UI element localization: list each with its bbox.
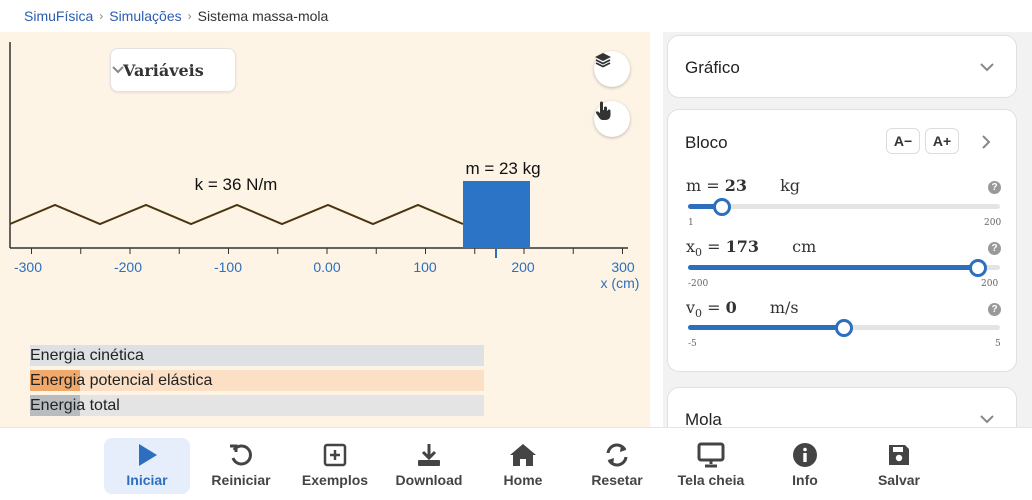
velocity-unit: m/s: [769, 298, 799, 317]
velocity-slider-thumb[interactable]: [835, 318, 853, 337]
mass-value: 23: [724, 176, 748, 195]
slider-min: -5: [688, 339, 697, 349]
chevron-down-icon: [112, 66, 124, 74]
help-icon[interactable]: ?: [988, 303, 1001, 316]
tick-label: -200: [114, 259, 142, 275]
play-icon: [139, 444, 157, 466]
pointer-button[interactable]: [594, 101, 630, 137]
fullscreen-button-label: Tela cheia: [677, 472, 745, 488]
energy-bar-potential: Energia potencial elástica: [30, 370, 484, 391]
variables-dropdown[interactable]: Variáveis: [110, 48, 236, 92]
plus-square-icon: [323, 443, 347, 467]
info-icon: [793, 443, 817, 467]
tick-label: -100: [214, 259, 242, 275]
energy-bar-label: Energia cinética: [30, 347, 144, 364]
download-icon: [418, 444, 440, 466]
info-button-label: Info: [792, 472, 818, 488]
chevron-down-icon[interactable]: [979, 413, 995, 425]
velocity-value: 0: [725, 298, 737, 317]
start-button-label: Iniciar: [126, 472, 168, 488]
examples-button-label: Exemplos: [301, 472, 369, 488]
breadcrumb-simufisica[interactable]: SimuFísica: [24, 8, 93, 24]
spring-mass-drawing: k = 36 N/m m = 23 kg -300 -200 -100 0.00…: [9, 42, 640, 291]
mass-slider-track[interactable]: [688, 204, 1000, 209]
simulation-canvas[interactable]: k = 36 N/m m = 23 kg -300 -200 -100 0.00…: [0, 32, 650, 427]
fullscreen-button[interactable]: Tela cheia: [668, 438, 754, 494]
mola-title: Mola: [685, 410, 722, 427]
help-icon[interactable]: ?: [988, 242, 1001, 255]
position-unit: cm: [792, 237, 817, 256]
download-button[interactable]: Download: [386, 438, 472, 494]
tick-label: 200: [511, 259, 535, 275]
home-button[interactable]: Home: [480, 438, 566, 494]
help-icon[interactable]: ?: [988, 181, 1001, 194]
chevron-down-icon[interactable]: [979, 61, 995, 73]
param-mass: m = 23 kg: [686, 176, 801, 195]
bottom-toolbar: Iniciar Reiniciar Exemplos Download Home…: [0, 427, 1032, 500]
x-axis-ticks: [31, 248, 623, 254]
param-position: x0 = 173 cm: [686, 237, 817, 260]
font-decrease-button[interactable]: A−: [886, 128, 920, 154]
chevron-right-icon[interactable]: [980, 134, 992, 150]
bloco-card: Bloco A− A+ m = 23 kg ? 1 200 x0 = 173 c…: [667, 109, 1017, 372]
param-velocity: v0 = 0 m/s: [686, 298, 799, 321]
bloco-title: Bloco: [685, 133, 728, 152]
position-slider-track[interactable]: [688, 265, 1000, 270]
mass-slider-thumb[interactable]: [713, 197, 732, 216]
x-axis-label: x (cm): [601, 275, 640, 291]
restart-button-label: Reiniciar: [211, 472, 271, 488]
slider-fill: [688, 325, 844, 330]
grafico-card[interactable]: Gráfico: [667, 35, 1017, 98]
slider-max: 200: [981, 279, 999, 289]
hand-pointer-icon: [595, 101, 611, 120]
layers-button[interactable]: [594, 51, 630, 87]
reset-button-label: Resetar: [591, 472, 643, 488]
reset-button[interactable]: Resetar: [574, 438, 660, 494]
font-increase-button[interactable]: A+: [925, 128, 959, 154]
breadcrumb-separator: ›: [99, 9, 104, 23]
slider-max: 200: [984, 218, 1002, 228]
position-slider-thumb[interactable]: [969, 258, 988, 277]
save-button[interactable]: Salvar: [856, 438, 942, 494]
examples-button[interactable]: Exemplos: [292, 438, 378, 494]
home-icon: [510, 444, 536, 466]
restart-button[interactable]: Reiniciar: [198, 438, 284, 494]
energy-bar-total: Energia total: [30, 395, 484, 416]
breadcrumb: SimuFísica › Simulações › Sistema massa-…: [0, 0, 1032, 32]
energy-bar-label: Energia potencial elástica: [30, 372, 213, 389]
breadcrumb-separator: ›: [187, 9, 192, 23]
mass-unit: kg: [780, 176, 801, 195]
breadcrumb-simulacoes[interactable]: Simulações: [109, 8, 181, 24]
tick-label: 300: [611, 259, 635, 275]
slider-min: 1: [688, 218, 694, 228]
slider-min: -200: [688, 279, 709, 289]
tick-label: -300: [14, 259, 42, 275]
restart-icon: [230, 444, 252, 466]
download-button-label: Download: [395, 472, 463, 488]
slider-fill: [688, 265, 979, 270]
spring: [9, 203, 464, 226]
grafico-title: Gráfico: [685, 58, 740, 77]
mass-block: [463, 181, 530, 248]
sync-icon: [606, 443, 628, 467]
start-button[interactable]: Iniciar: [104, 438, 190, 494]
save-icon: [889, 445, 909, 465]
mass-label: m = 23 kg: [465, 159, 540, 178]
energy-bar-label: Energia total: [30, 397, 120, 414]
save-button-label: Salvar: [877, 472, 921, 488]
position-value: 173: [725, 237, 760, 256]
info-button[interactable]: Info: [762, 438, 848, 494]
tick-label: 0.00: [313, 259, 340, 275]
home-button-label: Home: [503, 472, 543, 488]
mola-card[interactable]: Mola: [667, 387, 1017, 427]
tick-label: 100: [413, 259, 437, 275]
energy-bar-kinetic: Energia cinética: [30, 345, 484, 366]
layers-icon: [595, 53, 611, 68]
monitor-icon: [697, 442, 725, 468]
side-panel: Gráfico Bloco A− A+ m = 23 kg ? 1 200 x0…: [663, 32, 1032, 427]
spring-constant-label: k = 36 N/m: [195, 175, 278, 194]
slider-max: 5: [995, 339, 1001, 349]
breadcrumb-current: Sistema massa-mola: [197, 8, 329, 24]
variables-dropdown-label: Variáveis: [123, 60, 204, 80]
